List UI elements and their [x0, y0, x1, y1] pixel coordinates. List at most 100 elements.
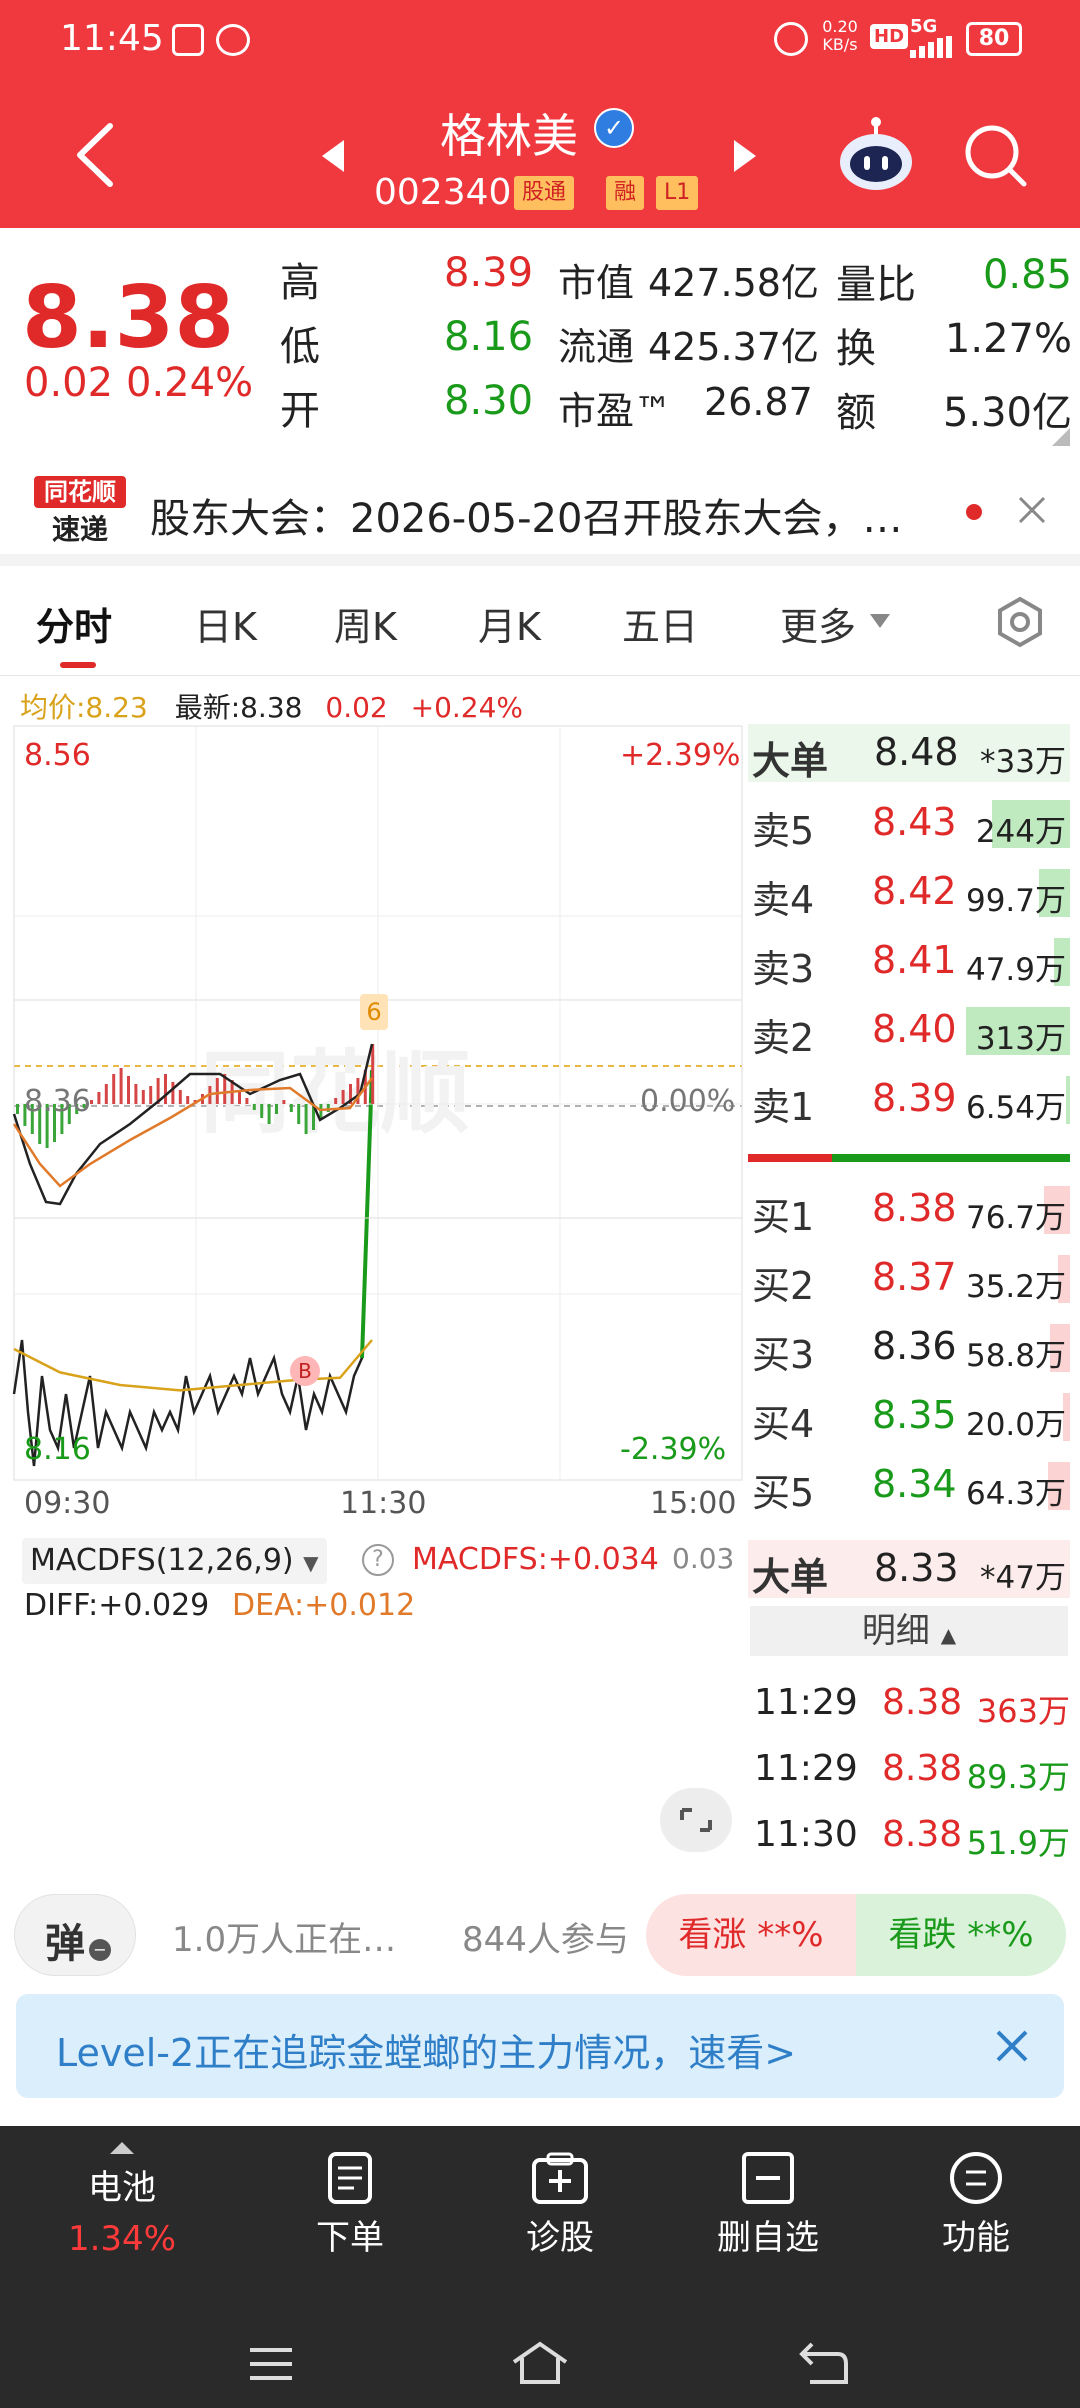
battery-sector-item[interactable]: 电池 1.34%: [42, 2140, 202, 2259]
recent-apps-icon[interactable]: [246, 2344, 296, 2384]
ask-level-label: 卖4: [752, 878, 815, 922]
bid-row[interactable]: 买3 8.36 58.8万: [748, 1318, 1070, 1377]
nav-order[interactable]: 下单: [270, 2150, 430, 2259]
participant-count: 844人参与: [462, 1920, 629, 1960]
macd-histogram-bar: [238, 1092, 241, 1104]
ask-row[interactable]: 卖5 8.43 244万: [748, 794, 1070, 853]
ask-volume: 244万: [975, 814, 1066, 850]
ask-row[interactable]: 卖2 8.40 313万: [748, 1001, 1070, 1060]
macd-histogram-bar: [104, 1084, 108, 1104]
ask-row[interactable]: 卖3 8.41 47.9万: [748, 932, 1070, 991]
assistant-robot-icon[interactable]: [836, 116, 916, 196]
big-order-bottom-label: 大单: [752, 1555, 829, 1599]
news-text[interactable]: 股东大会：2026-05-20召开股东大会，…: [150, 486, 902, 544]
tick-price: 8.38: [882, 1814, 963, 1855]
tab-monthly-k[interactable]: 月K: [478, 596, 541, 651]
detail-toggle[interactable]: 明细 ▲: [750, 1606, 1068, 1656]
macd-histogram-bar: [119, 1068, 123, 1104]
close-news-icon[interactable]: [1016, 494, 1048, 526]
macd-selector[interactable]: MACDFS(12,26,9) ▼: [22, 1538, 327, 1584]
nav-remove-watchlist[interactable]: 删自选: [688, 2150, 848, 2259]
macd-histogram-bar: [289, 1104, 293, 1112]
macd-histogram-bar: [252, 1104, 256, 1110]
nav-function[interactable]: 功能: [896, 2150, 1056, 2259]
back-icon[interactable]: [70, 120, 120, 190]
bid-row[interactable]: 买4 8.35 20.0万: [748, 1387, 1070, 1446]
tab-daily-k[interactable]: 日K: [194, 596, 257, 651]
y-bot-label: 8.16: [24, 1432, 91, 1467]
macd-histogram-bar: [215, 1078, 219, 1104]
news-ticker[interactable]: 同花顺 速递 股东大会：2026-05-20召开股东大会，…: [0, 456, 1080, 566]
more-dropdown-icon[interactable]: [868, 612, 892, 630]
macd-histogram-bar: [127, 1076, 130, 1104]
bid-row[interactable]: 买1 8.38 76.7万: [748, 1180, 1070, 1239]
next-stock-icon[interactable]: [730, 138, 760, 174]
bid-level-label: 买1: [752, 1195, 815, 1239]
float-label: 流通: [558, 325, 635, 369]
chart-settings-icon[interactable]: [994, 596, 1046, 648]
active-tab-indicator: [60, 662, 96, 668]
tab-weekly-k[interactable]: 周K: [334, 596, 397, 651]
help-icon[interactable]: ?: [362, 1544, 394, 1576]
high-label: 高: [280, 260, 320, 306]
bearish-button[interactable]: 看跌 **%: [856, 1894, 1066, 1976]
ask-volume-bar: [1066, 1076, 1070, 1124]
big-order-bottom-price: 8.33: [874, 1546, 959, 1590]
status-time: 11:45: [60, 18, 164, 59]
banner-text[interactable]: Level-2正在追踪金螳螂的主力情况，速看>: [56, 2022, 796, 2077]
level2-banner[interactable]: Level-2正在追踪金螳螂的主力情况，速看>: [16, 1994, 1064, 2098]
avg-price-label: 均价:8.23: [20, 691, 148, 724]
event-marker[interactable]: 6: [360, 994, 388, 1030]
ask-price: 8.43: [872, 800, 957, 844]
bid-price: 8.36: [872, 1324, 957, 1368]
expand-corner-icon[interactable]: [1052, 428, 1070, 446]
watching-count: 1.0万人正在…: [172, 1920, 397, 1960]
buy-sell-ratio-bar: [748, 1154, 1070, 1162]
macd-histogram-bar: [149, 1086, 153, 1104]
close-banner-icon[interactable]: [994, 2028, 1030, 2064]
dea-value: DEA:+0.012: [232, 1588, 416, 1623]
home-icon[interactable]: [510, 2340, 570, 2386]
tab-intraday[interactable]: 分时: [36, 596, 112, 651]
bid-row[interactable]: 买2 8.37 35.2万: [748, 1249, 1070, 1308]
ask-row[interactable]: 卖4 8.42 99.7万: [748, 863, 1070, 922]
tick-price: 8.38: [882, 1682, 963, 1723]
bullish-button[interactable]: 看涨 **%: [646, 1894, 856, 1976]
volratio-value: 0.85: [982, 252, 1072, 298]
ask-row[interactable]: 卖1 8.39 6.54万: [748, 1070, 1070, 1129]
buy-marker[interactable]: B: [290, 1356, 320, 1386]
macd-histogram-bar: [341, 1090, 345, 1104]
macd-histogram-bar: [245, 1098, 249, 1104]
bid-volume: 35.2万: [965, 1269, 1066, 1305]
macd-histogram-bar: [267, 1104, 271, 1124]
ask-price: 8.39: [872, 1076, 957, 1120]
ask-price: 8.40: [872, 1007, 957, 1051]
macd-histogram-bar: [16, 1104, 19, 1114]
chart-tabs: 分时 日K 周K 月K 五日 更多: [0, 566, 1080, 676]
ask-level-label: 卖3: [752, 947, 815, 991]
tab-five-day[interactable]: 五日: [622, 596, 698, 651]
macd-histogram-bar: [186, 1096, 190, 1104]
chart-change-pct: +0.24%: [410, 691, 524, 724]
expand-up-icon: [110, 2142, 134, 2154]
system-back-icon[interactable]: [798, 2340, 850, 2386]
bid-price: 8.37: [872, 1255, 957, 1299]
macd-histogram-bar: [260, 1104, 264, 1118]
bid-level-label: 买4: [752, 1402, 815, 1446]
stock-header: 格林美 ✓ 002340 股通 融 L1: [0, 80, 1080, 228]
intraday-chart[interactable]: 同花顺: [0, 724, 748, 1552]
danmu-toggle[interactable]: 弹 −: [14, 1894, 136, 1976]
battery-icon: 80: [966, 22, 1022, 56]
pe-label: 市盈™: [558, 389, 673, 433]
tab-more[interactable]: 更多: [780, 596, 856, 651]
fullscreen-button[interactable]: [660, 1788, 732, 1852]
prev-stock-icon[interactable]: [318, 138, 348, 174]
trade-tick-row: 11:29 8.38 363万: [754, 1674, 1070, 1734]
ask-level-label: 卖5: [752, 809, 815, 853]
bid-row[interactable]: 买5 8.34 64.3万: [748, 1456, 1070, 1515]
connect-tag: 股通: [514, 176, 575, 210]
nav-diagnose[interactable]: 诊股: [480, 2150, 640, 2259]
search-icon[interactable]: [962, 122, 1028, 188]
net-speed: 0.20 KB/s: [822, 17, 858, 54]
amount-label: 额: [836, 390, 876, 436]
